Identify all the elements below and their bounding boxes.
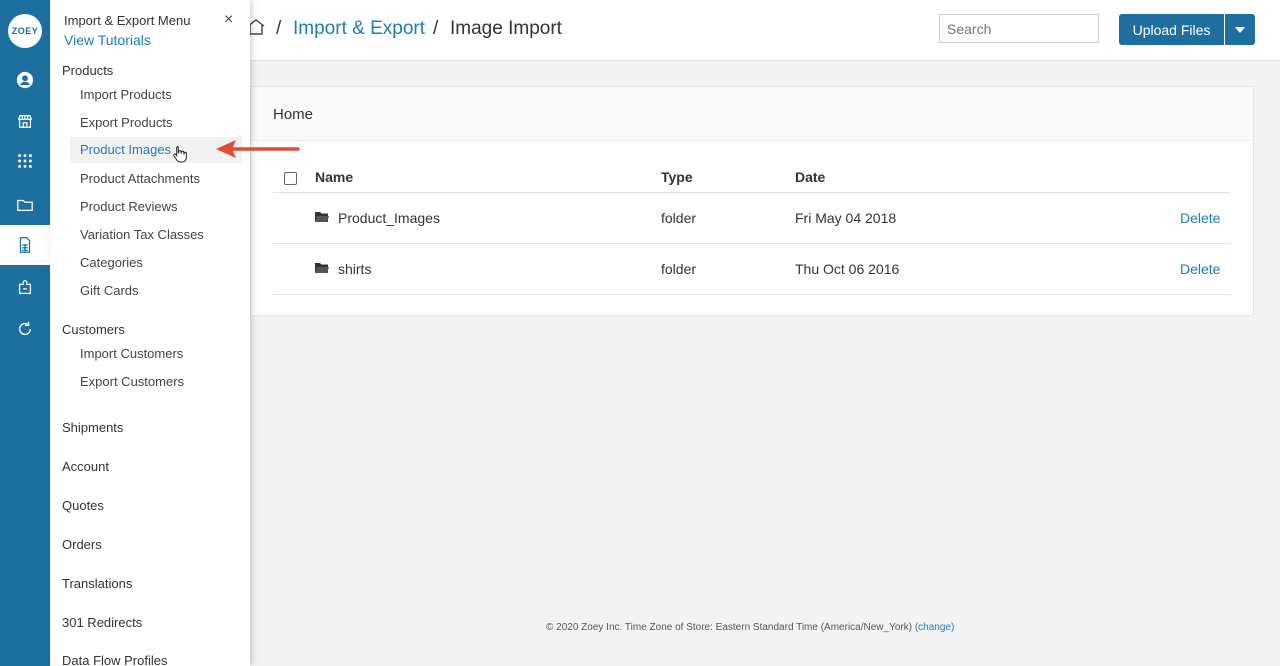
page-title: Image Import: [450, 18, 562, 39]
upload-dropdown-button[interactable]: [1225, 14, 1255, 45]
divider: [273, 294, 1230, 295]
menu-section-shipments[interactable]: Shipments: [62, 420, 123, 435]
menu-section-translations[interactable]: Translations: [62, 576, 132, 591]
close-icon[interactable]: ×: [224, 11, 233, 29]
breadcrumb-separator: /: [433, 18, 439, 39]
folder-heading: Home: [251, 87, 1253, 141]
refresh-icon[interactable]: [0, 309, 50, 349]
delete-link[interactable]: Delete: [1180, 261, 1220, 277]
footer-text: © 2020 Zoey Inc. Time Zone of Store: Eas…: [546, 622, 915, 633]
menu-item-gift-cards[interactable]: Gift Cards: [80, 283, 139, 298]
menu-item-import-products[interactable]: Import Products: [80, 87, 172, 102]
footer: © 2020 Zoey Inc. Time Zone of Store: Eas…: [546, 622, 954, 633]
menu-item-product-attachments[interactable]: Product Attachments: [80, 171, 200, 186]
menu-title: Import & Export Menu: [64, 13, 191, 28]
divider: [273, 192, 1230, 193]
column-header-type[interactable]: Type: [661, 169, 693, 185]
change-timezone-link[interactable]: (change): [915, 622, 954, 633]
menu-section-customers[interactable]: Customers: [62, 322, 125, 337]
import-export-menu: Import & Export Menu View Tutorials × Pr…: [50, 0, 250, 666]
menu-section-301-redirects[interactable]: 301 Redirects: [62, 615, 142, 630]
logo-text: ZOEY: [11, 26, 39, 36]
column-header-date[interactable]: Date: [795, 169, 825, 185]
breadcrumb-separator: /: [276, 18, 282, 39]
divider: [273, 243, 1230, 244]
menu-item-export-products[interactable]: Export Products: [80, 115, 173, 130]
column-header-name[interactable]: Name: [315, 169, 353, 185]
menu-item-import-customers[interactable]: Import Customers: [80, 346, 183, 361]
top-bar: / Import & Export / Image Import Upload …: [247, 0, 1280, 61]
home-icon[interactable]: [247, 17, 270, 43]
file-date: Fri May 04 2018: [795, 210, 897, 226]
user-circle-icon[interactable]: [0, 60, 50, 100]
breadcrumb-import-export[interactable]: Import & Export: [293, 18, 425, 40]
caret-down-icon: [1235, 26, 1245, 33]
file-type: folder: [661, 210, 697, 226]
menu-item-variation-tax-classes[interactable]: Variation Tax Classes: [80, 227, 204, 242]
folder-open-icon: [315, 212, 329, 222]
file-type: folder: [661, 261, 697, 277]
icon-rail: ZOEY: [0, 0, 50, 666]
select-all-checkbox[interactable]: [284, 172, 297, 185]
document-sheet-icon[interactable]: [0, 225, 50, 265]
zoey-logo[interactable]: ZOEY: [8, 14, 42, 48]
annotation-arrow-icon: [216, 140, 300, 158]
upload-files-button[interactable]: Upload Files: [1119, 14, 1224, 45]
menu-section-quotes[interactable]: Quotes: [62, 498, 104, 513]
search-input[interactable]: [939, 14, 1099, 43]
apps-grid-icon[interactable]: [0, 141, 50, 181]
menu-item-product-reviews[interactable]: Product Reviews: [80, 199, 178, 214]
hand-cursor-icon: [173, 146, 187, 163]
file-name-link[interactable]: shirts: [338, 261, 371, 277]
puzzle-icon[interactable]: [0, 268, 50, 308]
menu-item-export-customers[interactable]: Export Customers: [80, 374, 184, 389]
file-browser-panel: Home Name Type Date Product_Images folde…: [250, 86, 1254, 316]
file-name-link[interactable]: Product_Images: [338, 210, 440, 226]
menu-section-data-flow-profiles[interactable]: Data Flow Profiles: [62, 653, 167, 666]
storefront-icon[interactable]: [0, 101, 50, 141]
folder-open-icon: [315, 263, 329, 273]
menu-section-orders[interactable]: Orders: [62, 537, 102, 552]
folder-icon[interactable]: [0, 185, 50, 225]
menu-section-account[interactable]: Account: [62, 459, 109, 474]
delete-link[interactable]: Delete: [1180, 210, 1220, 226]
menu-item-categories[interactable]: Categories: [80, 255, 143, 270]
menu-section-products[interactable]: Products: [62, 63, 113, 78]
view-tutorials-link[interactable]: View Tutorials: [64, 32, 151, 48]
file-date: Thu Oct 06 2016: [795, 261, 900, 277]
